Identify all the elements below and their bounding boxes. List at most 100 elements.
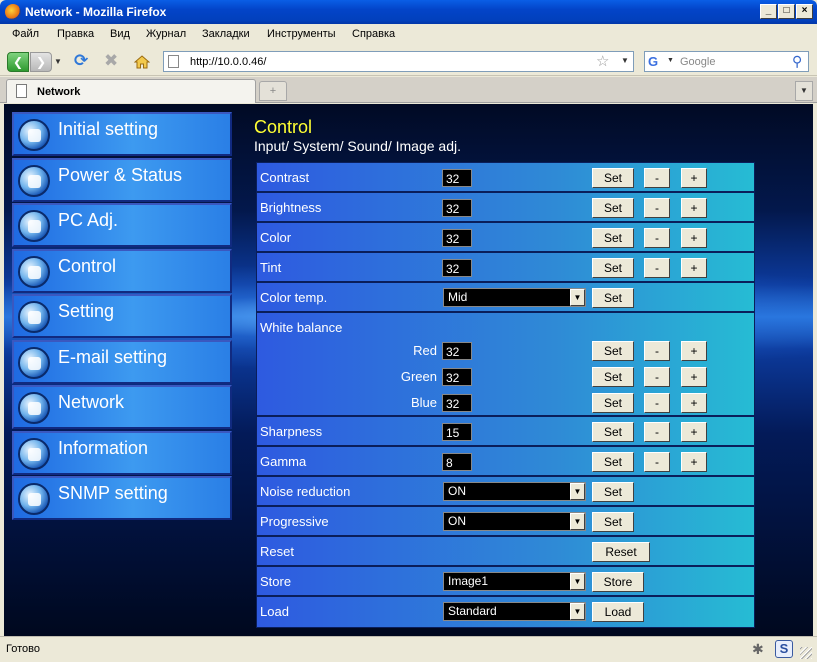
sharpness-input[interactable]: 15 <box>442 423 472 441</box>
bookmark-star-icon[interactable]: ☆ <box>596 52 609 70</box>
contrast-plus-button[interactable]: + <box>681 168 707 188</box>
tint-set-button[interactable]: Set <box>592 258 634 278</box>
color-minus-button[interactable]: - <box>644 228 670 248</box>
resize-grip[interactable] <box>800 647 812 659</box>
addon-icon[interactable]: ✱ <box>752 641 770 659</box>
noise-reduction-value: ON <box>448 484 466 498</box>
brightness-set-button[interactable]: Set <box>592 198 634 218</box>
menu-file[interactable]: Файл <box>12 28 39 40</box>
sidebar-item-control[interactable]: Control <box>12 248 232 293</box>
green-plus-button[interactable]: + <box>681 367 707 387</box>
menu-edit[interactable]: Правка <box>57 28 94 40</box>
color-input[interactable]: 32 <box>442 229 472 247</box>
menu-view[interactable]: Вид <box>110 28 130 40</box>
sharpness-minus-button[interactable]: - <box>644 422 670 442</box>
tint-input[interactable]: 32 <box>442 259 472 277</box>
progressive-label: Progressive <box>260 514 329 529</box>
sidebar-item-initial-setting[interactable]: Initial setting <box>12 112 232 156</box>
contrast-input[interactable]: 32 <box>442 169 472 187</box>
blue-minus-button[interactable]: - <box>644 393 670 413</box>
sidebar-item-information[interactable]: Information <box>12 430 232 475</box>
menu-history[interactable]: Журнал <box>146 28 186 40</box>
blue-plus-button[interactable]: + <box>681 393 707 413</box>
s-addon-icon[interactable]: S <box>775 640 793 658</box>
page-content: Initial setting Power & Status PC Adj. C… <box>4 104 813 636</box>
color-temp-select[interactable]: Mid ▼ <box>443 288 586 307</box>
tab-label: Network <box>37 86 81 98</box>
gamma-set-button[interactable]: Set <box>592 452 634 472</box>
store-button[interactable]: Store <box>592 572 644 592</box>
color-plus-button[interactable]: + <box>681 228 707 248</box>
progressive-set-button[interactable]: Set <box>592 512 634 532</box>
load-button[interactable]: Load <box>592 602 644 622</box>
row-gamma: Gamma 8 Set - + <box>257 447 754 477</box>
red-set-button[interactable]: Set <box>592 341 634 361</box>
sidebar-item-setting[interactable]: Setting <box>12 294 232 338</box>
gamma-input[interactable]: 8 <box>442 453 472 471</box>
color-set-button[interactable]: Set <box>592 228 634 248</box>
sidebar-item-label: E-mail setting <box>58 346 168 367</box>
tab-network[interactable]: Network <box>6 79 256 103</box>
color-temp-set-button[interactable]: Set <box>592 288 634 308</box>
noise-reduction-select[interactable]: ON ▼ <box>443 482 586 501</box>
reload-icon[interactable]: ⟳ <box>74 52 88 72</box>
google-icon[interactable]: G <box>648 54 664 70</box>
tint-plus-button[interactable]: + <box>681 258 707 278</box>
menu-tools[interactable]: Инструменты <box>267 28 336 40</box>
gamma-plus-button[interactable]: + <box>681 452 707 472</box>
load-select[interactable]: Standard ▼ <box>443 602 586 621</box>
search-placeholder[interactable]: Google <box>680 56 715 68</box>
contrast-minus-button[interactable]: - <box>644 168 670 188</box>
maximize-button[interactable]: □ <box>778 4 795 19</box>
history-dropdown-icon[interactable]: ▼ <box>54 52 64 72</box>
contrast-set-button[interactable]: Set <box>592 168 634 188</box>
noise-reduction-set-button[interactable]: Set <box>592 482 634 502</box>
green-minus-button[interactable]: - <box>644 367 670 387</box>
back-arrow-icon[interactable]: ❮ <box>7 52 29 72</box>
brightness-input[interactable]: 32 <box>442 199 472 217</box>
url-dropdown-icon[interactable]: ▼ <box>621 56 629 65</box>
engine-dropdown-icon[interactable]: ▼ <box>667 57 674 64</box>
gamma-minus-button[interactable]: - <box>644 452 670 472</box>
brightness-plus-button[interactable]: + <box>681 198 707 218</box>
sidebar-item-pc-adj[interactable]: PC Adj. <box>12 203 232 247</box>
progressive-select[interactable]: ON ▼ <box>443 512 586 531</box>
blue-input[interactable]: 32 <box>442 394 472 412</box>
chevron-down-icon[interactable]: ▼ <box>570 573 585 590</box>
envelope-icon <box>18 346 50 379</box>
sharpness-set-button[interactable]: Set <box>592 422 634 442</box>
red-plus-button[interactable]: + <box>681 341 707 361</box>
address-bar[interactable]: http://10.0.0.46/ ☆ ▼ <box>163 51 634 72</box>
chevron-down-icon[interactable]: ▼ <box>570 513 585 530</box>
stop-icon[interactable]: ✖ <box>104 52 118 72</box>
sidebar-item-network[interactable]: Network <box>12 385 232 429</box>
red-minus-button[interactable]: - <box>644 341 670 361</box>
url-text[interactable]: http://10.0.0.46/ <box>190 56 266 68</box>
search-magnifier-icon[interactable]: ⚲ <box>792 53 802 70</box>
new-tab-button[interactable]: + <box>259 81 287 101</box>
chevron-down-icon[interactable]: ▼ <box>570 289 585 306</box>
brightness-minus-button[interactable]: - <box>644 198 670 218</box>
search-box[interactable]: G ▼ Google ⚲ <box>644 51 809 72</box>
home-icon[interactable] <box>133 54 151 70</box>
chevron-down-icon[interactable]: ▼ <box>570 603 585 620</box>
green-input[interactable]: 32 <box>442 368 472 386</box>
sidebar-item-snmp-setting[interactable]: SNMP setting <box>12 476 232 520</box>
menu-bookmarks[interactable]: Закладки <box>202 28 250 40</box>
chevron-down-icon[interactable]: ▼ <box>570 483 585 500</box>
sidebar-item-email-setting[interactable]: E-mail setting <box>12 339 232 384</box>
minimize-button[interactable]: _ <box>760 4 777 19</box>
blue-set-button[interactable]: Set <box>592 393 634 413</box>
reset-button[interactable]: Reset <box>592 542 650 562</box>
forward-arrow-icon[interactable]: ❯ <box>30 52 52 72</box>
store-select[interactable]: Image1 ▼ <box>443 572 586 591</box>
tint-label: Tint <box>260 260 282 275</box>
green-set-button[interactable]: Set <box>592 367 634 387</box>
menu-help[interactable]: Справка <box>352 28 395 40</box>
close-button[interactable]: × <box>796 4 813 19</box>
tab-list-dropdown-icon[interactable]: ▼ <box>795 81 813 101</box>
sharpness-plus-button[interactable]: + <box>681 422 707 442</box>
tint-minus-button[interactable]: - <box>644 258 670 278</box>
red-input[interactable]: 32 <box>442 342 472 360</box>
sidebar-item-power-status[interactable]: Power & Status <box>12 157 232 202</box>
